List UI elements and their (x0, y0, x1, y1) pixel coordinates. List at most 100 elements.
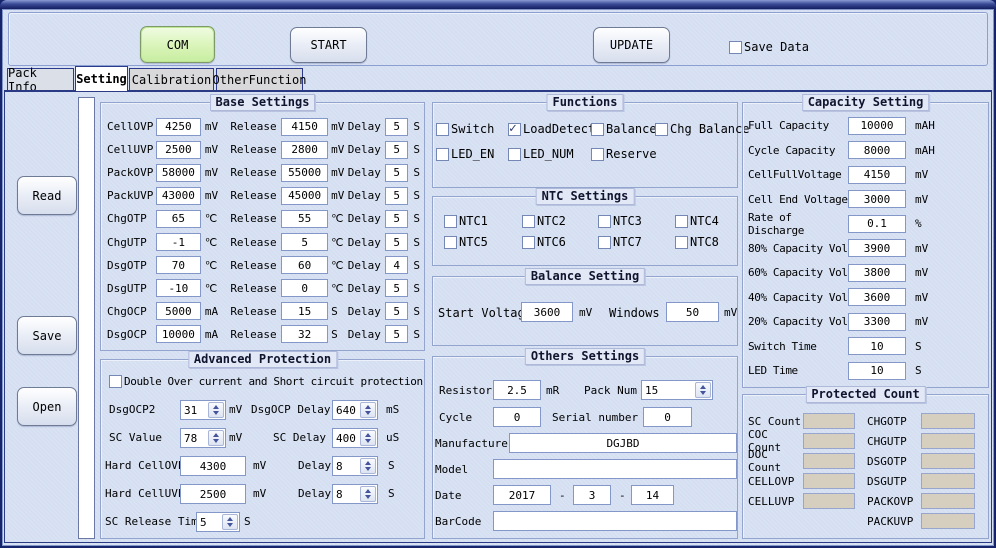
counter-label: SC Count (748, 415, 803, 428)
param-value-input[interactable]: 4150 (848, 166, 906, 184)
param-value-input[interactable]: 10000 (156, 325, 201, 343)
release-value-input[interactable]: 0 (281, 279, 328, 297)
ntc2-checkbox[interactable]: NTC2 (522, 214, 566, 228)
release-value-input[interactable]: 32 (281, 325, 328, 343)
release-value-input[interactable]: 4150 (281, 118, 328, 136)
param-value-input[interactable]: 65 (156, 210, 201, 228)
date-day-input[interactable]: 14 (631, 485, 674, 505)
cycle-input[interactable]: 0 (493, 407, 541, 427)
dsgocp2-spinner[interactable]: 31 (180, 400, 226, 420)
save-button[interactable]: Save (17, 316, 77, 355)
release-value-input[interactable]: 15 (281, 302, 328, 320)
delay-value-input[interactable]: 5 (385, 233, 409, 251)
barcode-input[interactable] (493, 511, 737, 531)
switch-checkbox[interactable]: Switch (436, 122, 494, 136)
spinner-buttons[interactable] (695, 382, 711, 398)
ntc7-checkbox[interactable]: NTC7 (598, 235, 642, 249)
start-button[interactable]: START (290, 27, 367, 63)
tab-otherfunction[interactable]: OtherFunction (216, 68, 303, 91)
delay-value-input[interactable]: 5 (385, 164, 409, 182)
param-value-input[interactable]: 3300 (848, 313, 906, 331)
release-value-input[interactable]: 55000 (281, 164, 328, 182)
com-button[interactable]: COM (140, 26, 215, 63)
reserve-checkbox[interactable]: Reserve (591, 147, 657, 161)
spinner-buttons[interactable] (208, 430, 224, 446)
release-value-input[interactable]: 55 (281, 210, 328, 228)
spinner-buttons[interactable] (360, 402, 376, 418)
tab-setting[interactable]: Setting (75, 66, 128, 91)
param-value-input[interactable]: 2500 (156, 141, 201, 159)
balance-checkbox[interactable]: Balance (591, 122, 657, 136)
delay-value-input[interactable]: 5 (385, 141, 409, 159)
update-button[interactable]: UPDATE (593, 27, 670, 63)
param-value-input[interactable]: -10 (156, 279, 201, 297)
save-data-checkbox[interactable]: Save Data (729, 40, 809, 54)
param-value-input[interactable]: 10 (848, 337, 906, 355)
param-value-input[interactable]: 3000 (848, 190, 906, 208)
param-value-input[interactable]: 70 (156, 256, 201, 274)
param-value-input[interactable]: 10000 (848, 117, 906, 135)
manufacturer-input[interactable]: DGJBD (509, 433, 737, 453)
param-value-input[interactable]: 58000 (156, 164, 201, 182)
spinner-buttons[interactable] (360, 486, 376, 502)
resistor-input[interactable]: 2.5 (493, 380, 541, 400)
double-protection-checkbox[interactable]: Double Over current and Short circuit pr… (109, 374, 423, 388)
checkbox-label: NTC6 (537, 235, 566, 249)
delay-value-input[interactable]: 5 (385, 210, 409, 228)
param-value-input[interactable]: -1 (156, 233, 201, 251)
ntc4-checkbox[interactable]: NTC4 (675, 214, 719, 228)
sc-value-spinner[interactable]: 78 (180, 428, 226, 448)
tab-pack-info[interactable]: Pack Info (7, 68, 74, 91)
pack-num-spinner[interactable]: 15 (641, 380, 713, 400)
ntc6-checkbox[interactable]: NTC6 (522, 235, 566, 249)
hard-cellovp-delay-spinner[interactable]: 8 (332, 456, 378, 476)
delay-value-input[interactable]: 4 (385, 256, 409, 274)
release-value-input[interactable]: 60 (281, 256, 328, 274)
tab-calibration[interactable]: Calibration (129, 68, 214, 91)
release-value-input[interactable]: 2800 (281, 141, 328, 159)
ntc3-checkbox[interactable]: NTC3 (598, 214, 642, 228)
delay-value-input[interactable]: 5 (385, 187, 409, 205)
ntc1-checkbox[interactable]: NTC1 (444, 214, 488, 228)
release-value-input[interactable]: 5 (281, 233, 328, 251)
loaddetect-checkbox[interactable]: LoadDetect (508, 122, 595, 136)
sc-release-spinner[interactable]: 5 (196, 512, 240, 532)
open-button[interactable]: Open (17, 387, 77, 426)
delay-value-input[interactable]: 5 (385, 279, 409, 297)
param-value-input[interactable]: 0.1 (848, 215, 906, 233)
spinner-buttons[interactable] (222, 514, 238, 530)
param-value-input[interactable]: 43000 (156, 187, 201, 205)
param-value-input[interactable]: 3800 (848, 264, 906, 282)
delay-value-input[interactable]: 5 (385, 325, 409, 343)
spinner-buttons[interactable] (360, 458, 376, 474)
release-value-input[interactable]: 45000 (281, 187, 328, 205)
hard-celluvp-input[interactable]: 2500 (180, 484, 246, 504)
sc-delay-spinner[interactable]: 400 (332, 428, 378, 448)
param-value-input[interactable]: 3900 (848, 239, 906, 257)
chg-balance-checkbox[interactable]: Chg Balance (655, 122, 749, 136)
param-value-input[interactable]: 8000 (848, 141, 906, 159)
delay-value-input[interactable]: 5 (385, 118, 409, 136)
param-value-input[interactable]: 10 (848, 362, 906, 380)
date-month-input[interactable]: 3 (573, 485, 611, 505)
hard-cellovp-input[interactable]: 4300 (180, 456, 246, 476)
serial-number-input[interactable]: 0 (643, 407, 692, 427)
hard-celluvp-delay-spinner[interactable]: 8 (332, 484, 378, 504)
led-num-checkbox[interactable]: LED_NUM (508, 147, 574, 161)
read-button[interactable]: Read (17, 176, 77, 215)
start-voltage-input[interactable]: 3600 (521, 302, 573, 322)
param-value-input[interactable]: 4250 (156, 118, 201, 136)
date-year-input[interactable]: 2017 (493, 485, 551, 505)
model-input[interactable] (493, 459, 737, 479)
led-en-checkbox[interactable]: LED_EN (436, 147, 494, 161)
ntc8-checkbox[interactable]: NTC8 (675, 235, 719, 249)
delay-value-input[interactable]: 5 (385, 302, 409, 320)
param-value-input[interactable]: 3600 (848, 288, 906, 306)
spinner-buttons[interactable] (208, 402, 224, 418)
param-value-input[interactable]: 5000 (156, 302, 201, 320)
spinner-buttons[interactable] (360, 430, 376, 446)
param-label: Cycle Capacity (748, 144, 848, 157)
dsgocp-delay-spinner[interactable]: 640 (332, 400, 378, 420)
windows-input[interactable]: 50 (666, 302, 719, 322)
ntc5-checkbox[interactable]: NTC5 (444, 235, 488, 249)
